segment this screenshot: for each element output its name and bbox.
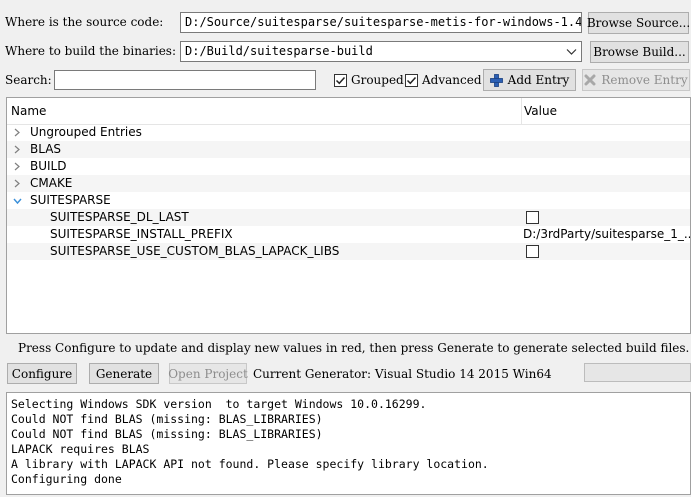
chevron-down-icon[interactable] [12, 192, 22, 209]
chevron-right-icon[interactable] [12, 175, 22, 192]
grouped-checkbox-wrap[interactable]: Grouped [334, 73, 404, 87]
build-path-value: D:/Build/suitesparse-build [185, 44, 373, 58]
tree-entry-row[interactable]: SUITESPARSE_USE_CUSTOM_BLAS_LAPACK_LIBS [7, 243, 690, 260]
tree-group-label: SUITESPARSE [30, 193, 111, 207]
entry-path-value[interactable]: D:/3rdParty/suitesparse_1_... [523, 226, 690, 243]
tree-group-row[interactable]: CMAKE [7, 175, 690, 192]
progress-bar [584, 363, 691, 382]
tree-group-label: BLAS [30, 142, 62, 156]
output-line: Could NOT find BLAS (missing: BLAS_LIBRA… [11, 412, 323, 426]
tree-entry-row[interactable]: SUITESPARSE_INSTALL_PREFIX D:/3rdParty/s… [7, 226, 690, 243]
grouped-checkbox[interactable] [334, 73, 347, 87]
column-header-value[interactable]: Value [524, 104, 557, 118]
tree-group-label: CMAKE [30, 176, 73, 190]
entry-name: SUITESPARSE_INSTALL_PREFIX [50, 227, 233, 241]
output-line: LAPACK requires BLAS [11, 442, 150, 456]
remove-icon [584, 74, 596, 86]
entry-name: SUITESPARSE_DL_LAST [50, 210, 189, 224]
tree-group-label: Ungrouped Entries [30, 125, 142, 139]
configure-button[interactable]: Configure [7, 363, 77, 384]
chevron-right-icon[interactable] [12, 141, 22, 158]
column-header-name[interactable]: Name [11, 104, 46, 118]
build-path-combo[interactable]: D:/Build/suitesparse-build [180, 41, 582, 62]
remove-entry-label: Remove Entry [601, 73, 688, 87]
add-entry-label: Add Entry [507, 73, 570, 87]
check-icon [335, 76, 346, 84]
output-line: A library with LAPACK API not found. Ple… [11, 457, 489, 471]
entry-bool-checkbox[interactable] [526, 211, 539, 224]
output-line: Selecting Windows SDK version to target … [11, 397, 427, 411]
entry-bool-checkbox[interactable] [526, 245, 539, 258]
search-label: Search: [5, 73, 52, 87]
build-label: Where to build the binaries: [5, 44, 177, 58]
column-divider [521, 98, 522, 125]
current-generator-text: Current Generator: Visual Studio 14 2015… [253, 367, 552, 381]
grouped-label: Grouped [351, 73, 404, 87]
open-project-button[interactable]: Open Project [168, 363, 248, 384]
configure-hint: Press Configure to update and display ne… [18, 341, 690, 355]
add-entry-button[interactable]: Add Entry [483, 69, 576, 91]
advanced-label: Advanced [422, 73, 482, 87]
chevron-down-icon[interactable] [566, 46, 577, 61]
browse-source-button[interactable]: Browse Source... [587, 12, 690, 34]
advanced-checkbox-wrap[interactable]: Advanced [405, 73, 482, 87]
chevron-right-icon[interactable] [12, 124, 22, 141]
tree-entry-row[interactable]: SUITESPARSE_DL_LAST [7, 209, 690, 226]
output-line: Could NOT find BLAS (missing: BLAS_LIBRA… [11, 427, 323, 441]
advanced-checkbox[interactable] [405, 73, 418, 87]
tree-group-row[interactable]: BUILD [7, 158, 690, 175]
generate-button[interactable]: Generate [89, 363, 159, 384]
output-log[interactable]: Selecting Windows SDK version to target … [6, 392, 691, 495]
plus-icon [489, 73, 503, 87]
tree-header: Name Value [7, 98, 690, 125]
source-path-field[interactable]: D:/Source/suitesparse/suitesparse-metis-… [180, 12, 582, 33]
tree-group-row[interactable]: BLAS [7, 141, 690, 158]
chevron-right-icon[interactable] [12, 158, 22, 175]
browse-build-button[interactable]: Browse Build... [590, 41, 689, 63]
tree-group-row[interactable]: SUITESPARSE [7, 192, 690, 209]
cache-tree[interactable]: Name Value Ungrouped Entries BLAS BUILD … [6, 97, 691, 334]
entry-name: SUITESPARSE_USE_CUSTOM_BLAS_LAPACK_LIBS [50, 244, 340, 258]
output-line: Configuring done [11, 472, 122, 486]
source-label: Where is the source code: [5, 15, 164, 29]
check-icon [406, 76, 417, 84]
remove-entry-button[interactable]: Remove Entry [582, 69, 690, 91]
tree-group-label: BUILD [30, 159, 67, 173]
search-input[interactable] [54, 70, 316, 90]
tree-group-row[interactable]: Ungrouped Entries [7, 124, 690, 141]
